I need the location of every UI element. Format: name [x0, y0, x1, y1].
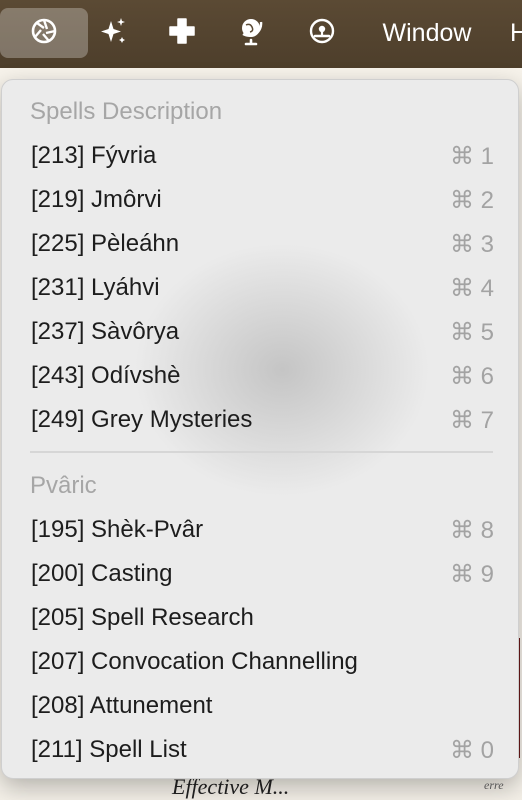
menu-item-shek-pvar[interactable]: [195] Shèk-Pvâr ⌘ 8	[12, 508, 508, 552]
menu-item-label: [213] Fývria	[31, 142, 157, 169]
menu-item-savorya[interactable]: [237] Sàvôrya ⌘ 5	[12, 310, 508, 354]
menu-item-label: [205] Spell Research	[31, 604, 254, 631]
menu-item-spell-research[interactable]: [205] Spell Research	[12, 596, 508, 640]
menu-bar: Window H	[0, 0, 522, 68]
next-menu-truncated[interactable]: H	[510, 8, 522, 58]
menu-item-attunement[interactable]: [208] Attunement	[12, 684, 508, 728]
menu-item-shortcut: ⌘ 3	[449, 231, 494, 258]
menu-item-odivshe[interactable]: [243] Odívshè ⌘ 6	[12, 354, 508, 398]
menu-item-shortcut: ⌘ 5	[449, 319, 494, 346]
globe-menu-button[interactable]	[228, 8, 276, 58]
menu-item-convocation-channelling[interactable]: [207] Convocation Channelling	[12, 640, 508, 684]
menu-item-shortcut: ⌘ 0	[449, 737, 494, 764]
menu-separator	[30, 451, 493, 453]
window-menu-label: Window	[382, 18, 472, 47]
menu-item-shortcut: ⌘ 2	[449, 187, 494, 214]
menu-item-peleahn[interactable]: [225] Pèleáhn ⌘ 3	[12, 222, 508, 266]
menu-item-label: [249] Grey Mysteries	[31, 406, 253, 433]
aperture-icon	[30, 17, 58, 50]
globe-icon	[237, 16, 267, 51]
menu-item-shortcut: ⌘ 9	[449, 561, 494, 588]
menu-item-label: [243] Odívshè	[31, 362, 181, 389]
menu-item-jmorvi[interactable]: [219] Jmôrvi ⌘ 2	[12, 178, 508, 222]
next-menu-label: H	[510, 18, 522, 47]
menu-item-fyvria[interactable]: [213] Fývria ⌘ 1	[12, 134, 508, 178]
menu-item-shortcut: ⌘ 7	[449, 407, 494, 434]
sparkles-menu-button[interactable]	[92, 8, 134, 58]
menu-item-lyahvi[interactable]: [231] Lyáhvi ⌘ 4	[12, 266, 508, 310]
menu-item-label: [208] Attunement	[31, 692, 213, 719]
menu-item-label: [225] Pèleáhn	[31, 230, 180, 257]
dropdown-menu: Spells Description [213] Fývria ⌘ 1 [219…	[1, 79, 519, 779]
menu-item-label: [237] Sàvôrya	[31, 318, 180, 345]
plus-icon	[168, 17, 196, 50]
medal-icon	[308, 17, 336, 50]
menu-item-label: [219] Jmôrvi	[31, 186, 162, 213]
menu-item-label: [195] Shèk-Pvâr	[31, 516, 204, 543]
plus-menu-button[interactable]	[160, 8, 204, 58]
menu-item-label: [207] Convocation Channelling	[31, 648, 358, 675]
medal-menu-button[interactable]	[298, 8, 346, 58]
menu-item-casting[interactable]: [200] Casting ⌘ 9	[12, 552, 508, 596]
menu-item-shortcut: ⌘ 1	[449, 143, 494, 170]
menu-item-shortcut: ⌘ 4	[449, 275, 494, 302]
sparkles-icon	[99, 16, 127, 51]
menu-item-shortcut: ⌘ 6	[449, 363, 494, 390]
menu-item-shortcut: ⌘ 8	[449, 517, 494, 544]
section-header-spells-description: Spells Description	[30, 98, 223, 125]
menu-item-spell-list[interactable]: [211] Spell List ⌘ 0	[12, 728, 508, 772]
menu-item-grey-mysteries[interactable]: [249] Grey Mysteries ⌘ 7	[12, 398, 508, 442]
section-header-pvaric: Pvâric	[30, 472, 97, 499]
aperture-menu-button[interactable]	[0, 8, 88, 58]
menu-item-label: [231] Lyáhvi	[31, 274, 160, 301]
menu-item-label: [211] Spell List	[31, 736, 187, 763]
menu-item-label: [200] Casting	[31, 560, 173, 587]
doc-text-fragment-right: erre	[484, 778, 504, 792]
window-menu[interactable]: Window	[368, 8, 486, 58]
